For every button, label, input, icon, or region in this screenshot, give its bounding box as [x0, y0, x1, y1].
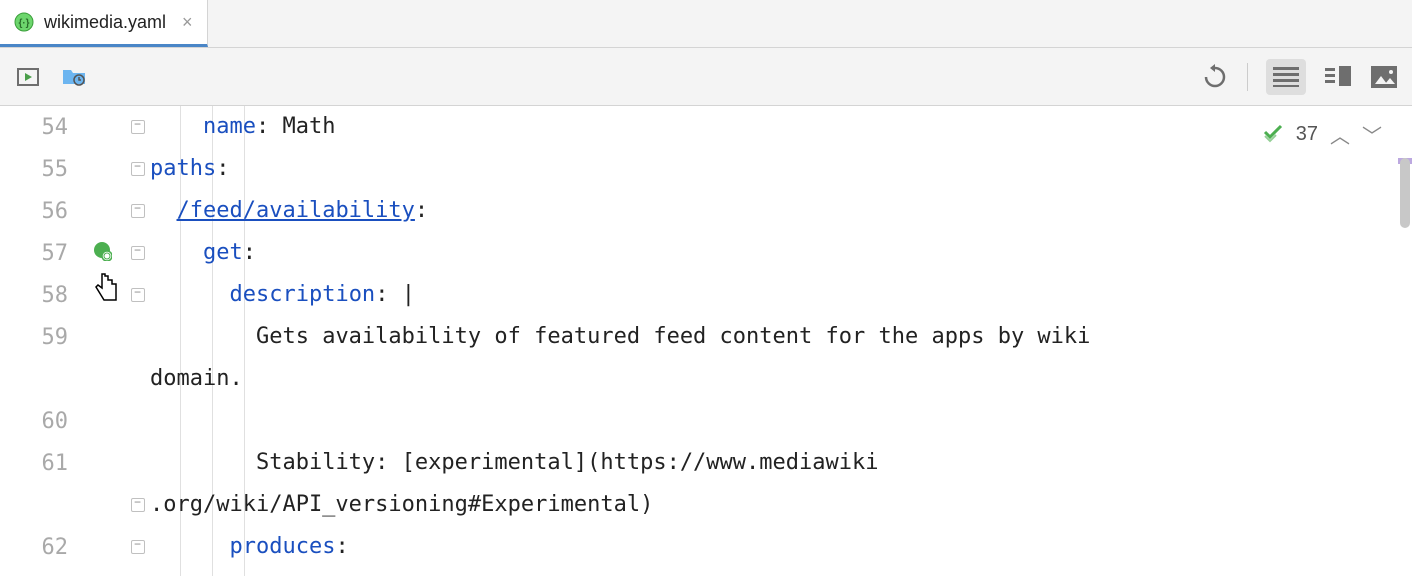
- fold-toggle[interactable]: [131, 120, 145, 134]
- editor[interactable]: 54 55 56 57 58 59 60 61 62: [0, 106, 1412, 576]
- line-number: 61: [0, 442, 68, 484]
- fold-toggle[interactable]: [131, 204, 145, 218]
- line-number: 60: [0, 400, 68, 442]
- fold-toggle[interactable]: [131, 498, 145, 512]
- gutter-icons: [78, 106, 126, 576]
- folder-reload-icon[interactable]: [60, 63, 88, 91]
- code-line[interactable]: .org/wiki/API_versioning#Experimental): [150, 484, 1412, 526]
- line-number: 57: [0, 232, 68, 274]
- code-line[interactable]: get:: [150, 232, 1412, 274]
- chevron-down-icon[interactable]: ﹀: [1362, 120, 1382, 149]
- divider: [1247, 63, 1248, 91]
- inspection-badge[interactable]: 37 ︿ ﹀: [1262, 120, 1382, 149]
- run-endpoint-icon[interactable]: [92, 241, 112, 266]
- line-number: 62: [0, 526, 68, 568]
- line-number: 58: [0, 274, 68, 316]
- line-number-gutter: 54 55 56 57 58 59 60 61 62: [0, 106, 78, 576]
- line-number: 59: [0, 316, 68, 358]
- tab-bar: {·} wikimedia.yaml ×: [0, 0, 1412, 48]
- fold-gutter: [126, 106, 150, 576]
- code-line[interactable]: description: |: [150, 274, 1412, 316]
- code-line[interactable]: /feed/availability:: [150, 190, 1412, 232]
- view-image-icon[interactable]: [1370, 63, 1398, 91]
- fold-toggle[interactable]: [131, 162, 145, 176]
- code-line[interactable]: domain.: [150, 358, 1412, 400]
- tab-wikimedia[interactable]: {·} wikimedia.yaml ×: [0, 0, 208, 47]
- code-line[interactable]: [150, 400, 1412, 442]
- run-button[interactable]: [14, 63, 42, 91]
- line-number: 56: [0, 190, 68, 232]
- fold-toggle[interactable]: [131, 246, 145, 260]
- inspection-count: 37: [1296, 123, 1318, 146]
- close-icon[interactable]: ×: [182, 12, 193, 33]
- reload-icon[interactable]: [1201, 63, 1229, 91]
- tab-filename: wikimedia.yaml: [44, 12, 166, 33]
- line-number: 55: [0, 148, 68, 190]
- fold-toggle[interactable]: [131, 540, 145, 554]
- view-split-icon[interactable]: [1324, 63, 1352, 91]
- line-number: 54: [0, 106, 68, 148]
- openapi-file-icon: {·}: [14, 12, 34, 32]
- code-area[interactable]: name: Math paths: /feed/availability: ge…: [150, 106, 1412, 576]
- code-line[interactable]: produces:: [150, 526, 1412, 568]
- code-line[interactable]: paths:: [150, 148, 1412, 190]
- chevron-up-icon[interactable]: ︿: [1330, 120, 1350, 149]
- fold-toggle[interactable]: [131, 288, 145, 302]
- line-number: [0, 484, 68, 526]
- code-line[interactable]: name: Math: [150, 106, 1412, 148]
- scrollbar-thumb[interactable]: [1400, 158, 1410, 228]
- view-text-icon[interactable]: [1266, 59, 1306, 95]
- line-number: [0, 358, 68, 400]
- checkmark-icon: [1262, 121, 1284, 149]
- svg-text:{·}: {·}: [18, 18, 29, 29]
- toolbar: [0, 48, 1412, 106]
- code-line[interactable]: Gets availability of featured feed conte…: [150, 316, 1412, 358]
- code-line[interactable]: Stability: [experimental](https://www.me…: [150, 442, 1412, 484]
